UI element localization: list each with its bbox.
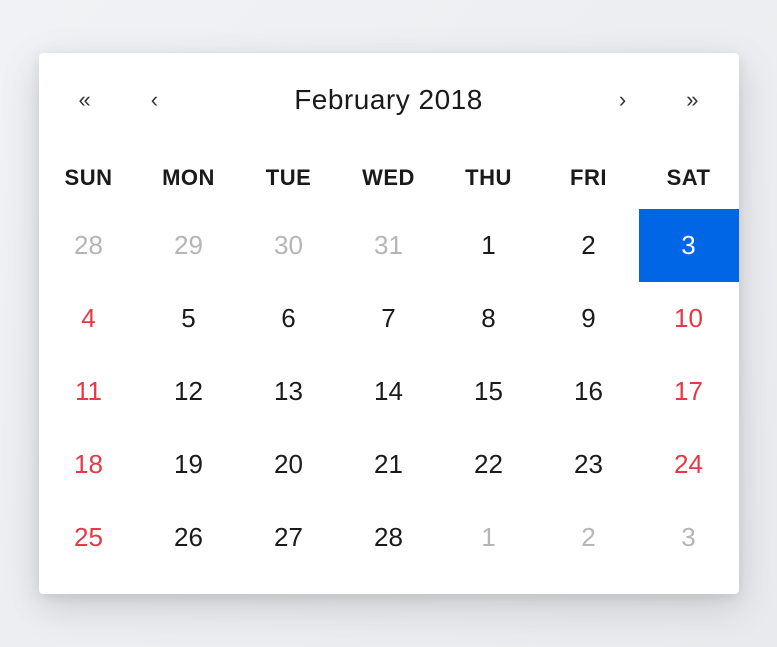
day-cell[interactable]: 16: [539, 355, 639, 428]
day-cell[interactable]: 12: [139, 355, 239, 428]
day-cell[interactable]: 10: [639, 282, 739, 355]
prev-year-button[interactable]: «: [69, 83, 101, 117]
day-cell[interactable]: 24: [639, 428, 739, 501]
day-cell[interactable]: 15: [439, 355, 539, 428]
day-cell[interactable]: 28: [339, 501, 439, 574]
weekday-row: SUN MON TUE WED THU FRI SAT: [39, 145, 739, 209]
next-year-button[interactable]: »: [676, 83, 708, 117]
day-cell[interactable]: 23: [539, 428, 639, 501]
day-cell[interactable]: 11: [39, 355, 139, 428]
day-cell[interactable]: 19: [139, 428, 239, 501]
days-grid: 2829303112345678910111213141516171819202…: [39, 209, 739, 574]
day-cell[interactable]: 8: [439, 282, 539, 355]
weekday-sat: SAT: [639, 165, 739, 191]
day-cell[interactable]: 3: [639, 209, 739, 282]
weekday-tue: TUE: [239, 165, 339, 191]
day-cell[interactable]: 26: [139, 501, 239, 574]
weekday-wed: WED: [339, 165, 439, 191]
prev-month-button[interactable]: ‹: [141, 83, 168, 117]
day-cell[interactable]: 25: [39, 501, 139, 574]
day-cell[interactable]: 27: [239, 501, 339, 574]
day-cell[interactable]: 1: [439, 209, 539, 282]
weekday-thu: THU: [439, 165, 539, 191]
day-cell[interactable]: 31: [339, 209, 439, 282]
day-cell[interactable]: 7: [339, 282, 439, 355]
day-cell[interactable]: 30: [239, 209, 339, 282]
calendar-header: « ‹ February 2018 › »: [39, 83, 739, 145]
day-cell[interactable]: 6: [239, 282, 339, 355]
day-cell[interactable]: 13: [239, 355, 339, 428]
next-month-button[interactable]: ›: [609, 83, 636, 117]
calendar: « ‹ February 2018 › » SUN MON TUE WED TH…: [39, 53, 739, 594]
day-cell[interactable]: 29: [139, 209, 239, 282]
day-cell[interactable]: 2: [539, 209, 639, 282]
weekday-mon: MON: [139, 165, 239, 191]
day-cell[interactable]: 1: [439, 501, 539, 574]
day-cell[interactable]: 2: [539, 501, 639, 574]
weekday-sun: SUN: [39, 165, 139, 191]
day-cell[interactable]: 20: [239, 428, 339, 501]
day-cell[interactable]: 18: [39, 428, 139, 501]
nav-right-group: › »: [609, 83, 709, 117]
nav-left-group: « ‹: [69, 83, 169, 117]
day-cell[interactable]: 17: [639, 355, 739, 428]
day-cell[interactable]: 9: [539, 282, 639, 355]
day-cell[interactable]: 5: [139, 282, 239, 355]
weekday-fri: FRI: [539, 165, 639, 191]
day-cell[interactable]: 4: [39, 282, 139, 355]
day-cell[interactable]: 3: [639, 501, 739, 574]
day-cell[interactable]: 14: [339, 355, 439, 428]
calendar-title[interactable]: February 2018: [294, 84, 483, 116]
day-cell[interactable]: 21: [339, 428, 439, 501]
day-cell[interactable]: 28: [39, 209, 139, 282]
day-cell[interactable]: 22: [439, 428, 539, 501]
